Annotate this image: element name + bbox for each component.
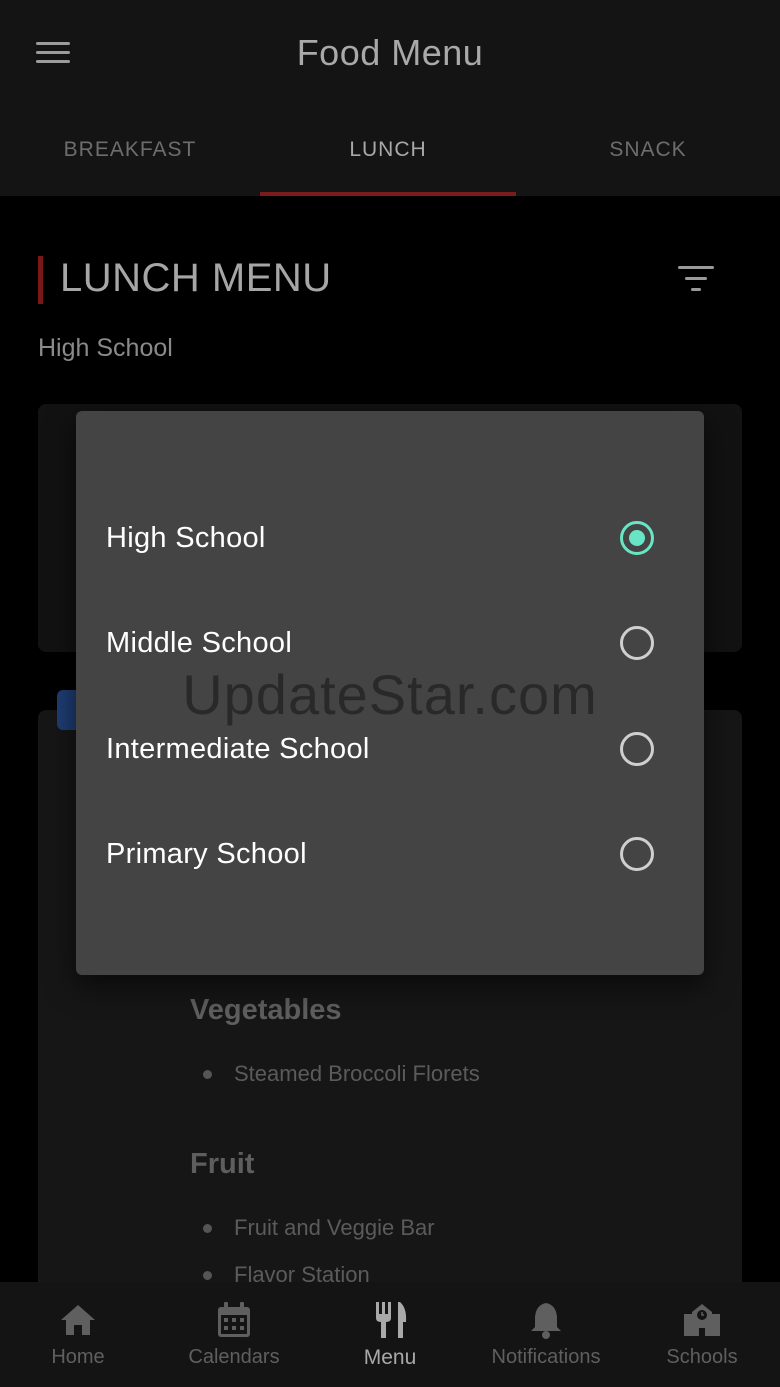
nav-label: Menu (363, 1346, 417, 1369)
radio-selected[interactable] (620, 521, 654, 555)
nav-label: Calendars (188, 1346, 280, 1368)
nav-label: Home (51, 1346, 105, 1368)
bell-icon (531, 1303, 561, 1339)
calendar-icon (218, 1302, 250, 1337)
option-high-school[interactable]: High School (76, 486, 704, 591)
school-icon (684, 1304, 720, 1336)
watermark: UpdateStar.com (182, 663, 598, 726)
nav-calendars[interactable]: Calendars (156, 1282, 312, 1387)
nav-notifications[interactable]: Notifications (468, 1282, 624, 1387)
option-label: Intermediate School (106, 733, 370, 765)
option-label: Primary School (106, 838, 307, 870)
option-label: Middle School (106, 627, 293, 659)
nav-label: Schools (666, 1346, 738, 1368)
bottom-navigation: Home Calendars Menu Notifications School… (0, 1282, 780, 1387)
fork-knife-icon (376, 1302, 407, 1338)
nav-label: Notifications (491, 1346, 601, 1368)
option-primary-school[interactable]: Primary School (76, 802, 704, 907)
home-icon (61, 1305, 95, 1335)
nav-schools[interactable]: Schools (624, 1282, 780, 1387)
nav-home[interactable]: Home (0, 1282, 156, 1387)
radio-unselected[interactable] (620, 837, 654, 871)
nav-menu[interactable]: Menu (312, 1282, 468, 1387)
radio-unselected[interactable] (620, 732, 654, 766)
radio-unselected[interactable] (620, 626, 654, 660)
option-label: High School (106, 522, 266, 554)
